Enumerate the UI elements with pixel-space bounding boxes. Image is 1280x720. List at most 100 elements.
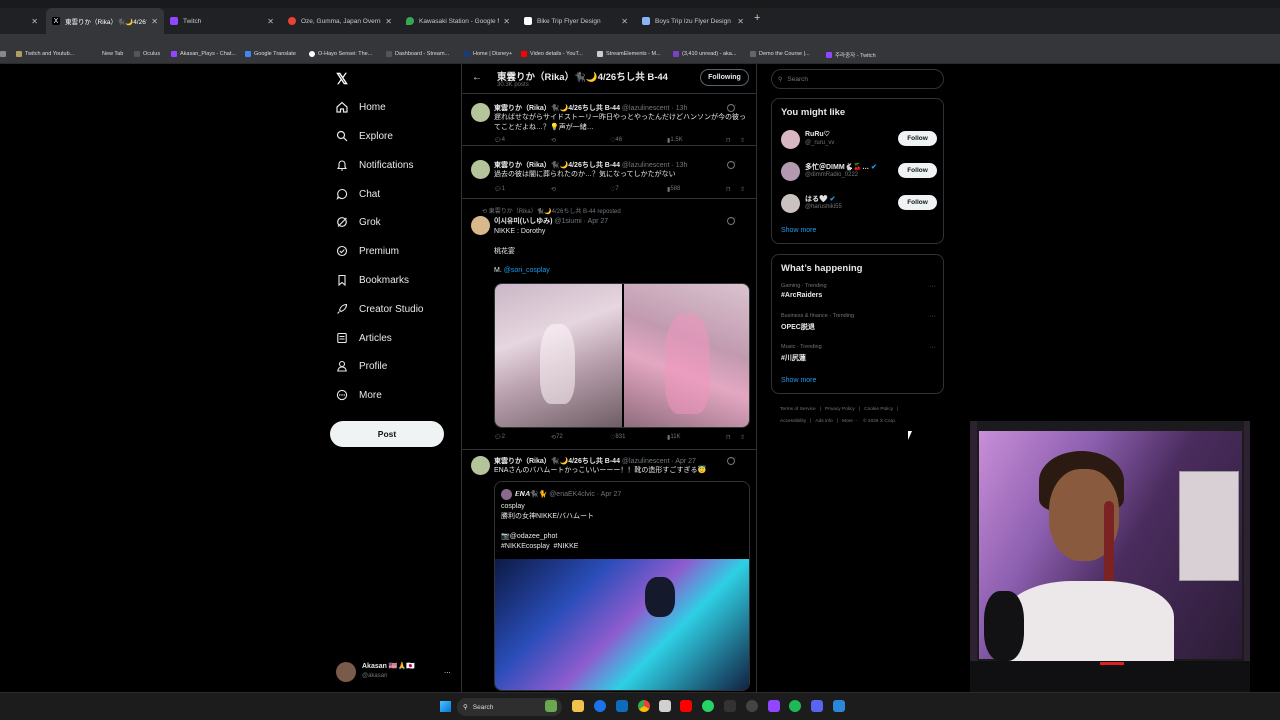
bookmark-icon[interactable]: ⊓ (726, 137, 731, 144)
footer-link[interactable]: Privacy Policy (825, 407, 855, 412)
views-button[interactable]: ▮ 588 (667, 186, 680, 193)
bookmark-item[interactable]: StreamElements - M... (597, 51, 661, 57)
bookmark-item[interactable]: Oculus (134, 51, 160, 57)
avatar[interactable] (471, 456, 490, 475)
like-button[interactable]: ♡ 7 (610, 186, 619, 193)
nav-more[interactable]: More (336, 389, 382, 401)
more-icon[interactable]: ··· (929, 344, 936, 351)
show-more-link[interactable]: Show more (781, 377, 816, 384)
close-icon[interactable]: ✕ (503, 17, 510, 26)
edge-icon[interactable] (594, 700, 606, 712)
reply-button[interactable]: 💬︎ 4 (494, 137, 505, 144)
bookmark-icon[interactable]: ⊓ (726, 186, 731, 193)
tweet-author[interactable]: 東雲りか（Rika）🐈‍⬛🌙4/26ちし共 B-44 @lazulinescen… (494, 160, 687, 170)
chrome-icon[interactable] (638, 700, 650, 712)
trend-item[interactable]: Business & finance · Trending OPEC脱退 ··· (781, 313, 941, 332)
like-button[interactable]: ♡ 46 (610, 137, 622, 144)
x-logo[interactable]: 𝕏 (336, 70, 348, 88)
nav-grok[interactable]: Grok (336, 216, 381, 228)
tweet-author[interactable]: 東雲りか（Rika）🐈‍⬛🌙4/26ちし共 B-44 @lazulinescen… (494, 103, 687, 113)
close-icon[interactable]: ✕ (385, 17, 392, 26)
x-app-icon[interactable] (724, 700, 736, 712)
nav-notifications[interactable]: Notifications (336, 159, 413, 171)
account-switcher[interactable]: Akasan 🇺🇸🙏🇯🇵 @akasan ... (334, 660, 456, 684)
back-arrow-icon[interactable]: ← (472, 72, 482, 83)
post-button[interactable]: Post (330, 421, 444, 447)
repost-button[interactable]: ⟲ (551, 137, 556, 144)
browser-tab[interactable]: Bike Trip Flyer Design ✕ (518, 8, 634, 34)
bookmark-item[interactable]: Home | Disney+ (464, 51, 512, 57)
more-icon[interactable]: ··· (730, 455, 737, 462)
file-explorer-icon[interactable] (572, 700, 584, 712)
new-tab-button[interactable]: + (754, 12, 760, 24)
avatar[interactable] (471, 160, 490, 179)
more-icon[interactable]: ··· (929, 283, 936, 290)
app-icon[interactable] (833, 700, 845, 712)
windows-start-icon[interactable] (440, 701, 451, 712)
avatar[interactable] (781, 130, 800, 149)
quoted-tweet[interactable]: 𝑬𝑵𝑨🐈‍⬛🐈 @enaEK4clvic · Apr 27 cosplay 勝利… (494, 481, 750, 691)
steam-icon[interactable] (746, 700, 758, 712)
bookmark-icon[interactable]: ⊓ (726, 434, 731, 441)
store-icon[interactable] (659, 700, 671, 712)
footer-link[interactable]: Cookie Policy (864, 407, 893, 412)
tweet[interactable]: 東雲りか（Rika）🐈‍⬛🌙4/26ちし共 B-44 @lazulinescen… (462, 451, 756, 692)
nav-chat[interactable]: Chat (336, 188, 380, 200)
more-icon[interactable]: ... (444, 666, 451, 675)
more-icon[interactable]: ··· (730, 102, 737, 109)
close-icon[interactable]: ✕ (737, 17, 744, 26)
follow-button[interactable]: Follow (898, 195, 937, 210)
nav-premium[interactable]: Premium (336, 245, 399, 257)
footer-link[interactable]: Ads info (815, 419, 832, 424)
discord-icon[interactable] (811, 700, 823, 712)
browser-tab[interactable]: Kawasaki Station - Google Map ✕ (400, 8, 516, 34)
avatar[interactable] (781, 194, 800, 213)
nav-creator-studio[interactable]: Creator Studio (336, 303, 423, 315)
trend-item[interactable]: Music · Trending #川尻蓮 ··· (781, 344, 941, 363)
browser-tab[interactable]: ✕ (0, 8, 44, 34)
bookmark-item[interactable]: Twitch and Youtub... (16, 51, 74, 57)
bookmark-item[interactable] (0, 51, 9, 57)
views-button[interactable]: ▮ 1.5K (667, 137, 683, 144)
nav-home[interactable]: Home (336, 101, 386, 113)
avatar[interactable] (471, 103, 490, 122)
share-icon[interactable]: ⇧ (740, 434, 745, 441)
search-input[interactable] (787, 75, 928, 83)
close-icon[interactable]: ✕ (151, 17, 158, 26)
tweet-author[interactable]: 東雲りか（Rika）🐈‍⬛🌙4/26ちし共 B-44 @lazulinescen… (494, 456, 696, 466)
tweet-author[interactable]: 이시유미(いしゆみ) @1siumi · Apr 27 (494, 216, 608, 226)
tweet-media[interactable] (494, 283, 750, 428)
browser-tab[interactable]: Oze, Gumma, Japan Overnight ✕ (282, 8, 398, 34)
repost-button[interactable]: ⟲ (551, 186, 556, 193)
bookmark-item[interactable]: Akasan_Plays - Chat... (171, 51, 236, 57)
following-button[interactable]: Following (700, 69, 749, 86)
tweet[interactable]: 東雲りか（Rika）🐈‍⬛🌙4/26ちし共 B-44 @lazulinescen… (462, 152, 756, 199)
bookmark-item[interactable]: New Tab (102, 51, 123, 57)
tweet[interactable]: 東雲りか（Rika）🐈‍⬛🌙4/26ちし共 B-44 @lazulinescen… (462, 95, 756, 146)
share-icon[interactable]: ⇧ (740, 137, 745, 144)
bookmark-item[interactable]: Dashboard - Stream... (386, 51, 449, 57)
more-icon[interactable]: ··· (730, 159, 737, 166)
bookmark-item[interactable]: Google Translate (245, 51, 296, 57)
follow-button[interactable]: Follow (898, 131, 937, 146)
suggested-user[interactable]: はる🤍 ✔ @harushiki55 Follow (781, 192, 941, 214)
browser-tab-active[interactable]: X 東雲りか（Rika）🐈‍⬛🌙4/26ちし ✕ (46, 8, 164, 34)
widgets-icon[interactable] (545, 700, 557, 712)
reply-button[interactable]: 💬︎ 1 (494, 186, 505, 193)
bookmark-item[interactable]: Demo the Course |... (750, 51, 810, 57)
show-more-link[interactable]: Show more (781, 227, 816, 234)
bookmark-item[interactable]: (3,410 unread) - aka... (673, 51, 736, 57)
avatar[interactable] (471, 216, 490, 235)
follow-button[interactable]: Follow (898, 163, 937, 178)
bookmark-item[interactable]: Video details - YouT... (521, 51, 583, 57)
trend-item[interactable]: Gaming · Trending #ArcRaiders ··· (781, 283, 941, 299)
close-icon[interactable]: ✕ (31, 17, 38, 26)
footer-link[interactable]: More ··· (842, 419, 859, 424)
quoted-media[interactable] (495, 559, 749, 690)
more-icon[interactable]: ··· (730, 215, 737, 222)
footer-link[interactable]: Accessibility (780, 419, 806, 424)
views-button[interactable]: ▮ 11K (667, 434, 681, 441)
like-button[interactable]: ♡ 831 (610, 434, 625, 441)
bookmark-item[interactable]: 주라중자 - Twitch (826, 51, 876, 59)
reply-button[interactable]: 💬︎ 2 (494, 434, 505, 441)
